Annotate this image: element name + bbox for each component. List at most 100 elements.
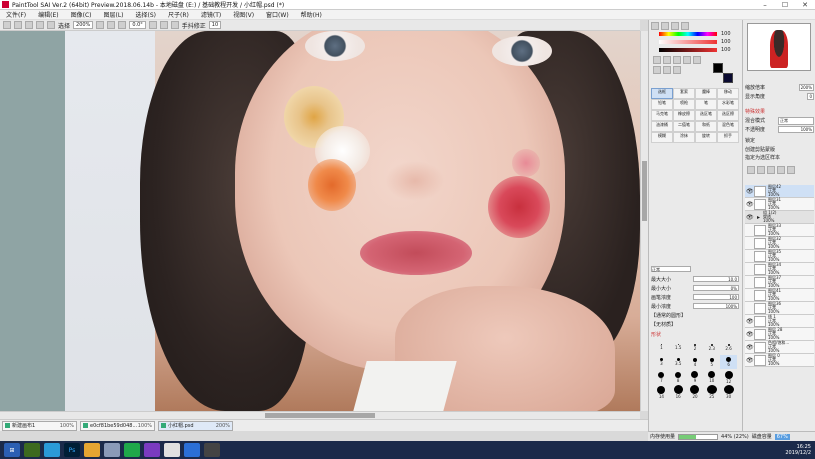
layer-row[interactable]: 👁 图层 0 正常 100% [745, 354, 814, 367]
eye-icon[interactable] [746, 253, 753, 260]
value-bar[interactable] [659, 48, 717, 52]
menu-file[interactable]: 文件(F) [0, 10, 32, 19]
tool-item[interactable]: 马克笔 [651, 110, 673, 121]
menu-filter[interactable]: 滤镜(T) [195, 10, 227, 19]
tool-item[interactable]: 水彩笔 [717, 99, 739, 110]
merge-down-icon[interactable] [777, 166, 785, 174]
folder-icon[interactable] [84, 443, 100, 457]
brush-size-cell[interactable]: 10 [703, 370, 720, 384]
app-icon-2[interactable] [44, 443, 60, 457]
eye-icon[interactable]: 👁 [746, 357, 754, 364]
tool-item[interactable]: 喷枪 [673, 99, 695, 110]
brush-size-cell[interactable]: 1.5 [670, 340, 687, 354]
rotate-right-icon[interactable] [159, 21, 168, 29]
eye-icon[interactable] [746, 266, 753, 273]
select-src-row[interactable]: 指定为选区样本 [745, 154, 814, 161]
tool-item[interactable]: 涂抹 [673, 132, 695, 143]
lasso-tool-icon[interactable] [663, 56, 671, 64]
eye-icon[interactable] [746, 227, 753, 234]
zoom-tool-icon[interactable] [653, 66, 661, 74]
menu-view[interactable]: 视图(V) [227, 10, 260, 19]
new-layer-icon[interactable] [747, 166, 755, 174]
rgb-slider-icon[interactable] [661, 22, 669, 30]
wand-tool-icon[interactable] [673, 56, 681, 64]
menu-ruler[interactable]: 尺子(R) [162, 10, 195, 19]
zoom-reset-icon[interactable] [118, 21, 127, 29]
menu-layer[interactable]: 图层(L) [98, 10, 130, 19]
eye-icon[interactable] [746, 292, 753, 299]
nav-angle-field[interactable]: 0 [807, 93, 814, 100]
density-slider[interactable]: 100 [693, 294, 739, 300]
doc-tab[interactable]: e0cf81be59d048... 100% [80, 420, 155, 431]
doc-tab[interactable]: 新建画布1 100% [2, 420, 77, 431]
flip-icon[interactable] [170, 21, 179, 29]
menu-image[interactable]: 图像(C) [65, 10, 98, 19]
brush-size-cell[interactable]: 20 [687, 385, 704, 399]
brush-size-cell[interactable]: 7 [653, 370, 670, 384]
brush-shape-row[interactable]: 【通常的圆形】 [651, 311, 739, 319]
folder-expand-icon[interactable]: ▸ [755, 214, 762, 221]
system-clock[interactable]: 16:25 2019/12/2 [785, 444, 815, 456]
effect-row[interactable]: 特殊效果 [745, 108, 814, 115]
brush-size-cell[interactable]: 2.6 [720, 340, 737, 354]
brush-size-cell[interactable]: 5 [703, 355, 720, 369]
photoshop-icon[interactable]: Ps [64, 443, 80, 457]
brush-size-cell[interactable]: 14 [653, 385, 670, 399]
clip-row[interactable]: 创建剪贴蒙版 [745, 146, 814, 153]
sai-icon[interactable] [164, 443, 180, 457]
brush-size-cell[interactable]: 16 [670, 385, 687, 399]
tool-item[interactable]: 混色笔 [717, 121, 739, 132]
app-icon-5[interactable] [184, 443, 200, 457]
palette-icon[interactable] [681, 22, 689, 30]
tool-item[interactable]: 二值笔 [673, 121, 695, 132]
tool-item[interactable]: 和纸 [695, 121, 717, 132]
brush-size-cell[interactable]: 3 [653, 355, 670, 369]
new-folder-icon[interactable] [767, 166, 775, 174]
eye-icon[interactable]: 👁 [746, 318, 754, 325]
angle-field[interactable]: 0.0° [129, 21, 146, 29]
tool-item[interactable]: 选框 [651, 88, 673, 99]
invert-icon[interactable] [36, 21, 44, 29]
delete-layer-icon[interactable] [787, 166, 795, 174]
tool-item[interactable]: 选区笔 [695, 110, 717, 121]
maximize-button[interactable]: ☐ [775, 1, 795, 9]
primary-color-swatch[interactable] [713, 63, 723, 73]
new-linework-icon[interactable] [757, 166, 765, 174]
min-size-slider[interactable]: 0% [693, 285, 739, 291]
brush-size-cell[interactable]: 1 [653, 340, 670, 354]
hscroll-thumb[interactable] [265, 413, 375, 418]
eye-icon[interactable]: 👁 [746, 214, 754, 221]
tool-item[interactable]: 旋转 [695, 132, 717, 143]
nav-zoom-field[interactable]: 200% [798, 84, 814, 91]
menu-select[interactable]: 选择(S) [130, 10, 163, 19]
drawing-canvas[interactable] [0, 31, 640, 411]
rotate-tool-icon[interactable] [663, 66, 671, 74]
vscroll-thumb[interactable] [642, 161, 647, 221]
menu-help[interactable]: 帮助(H) [295, 10, 328, 19]
tool-item[interactable]: 选区擦 [717, 110, 739, 121]
eye-icon[interactable] [746, 240, 753, 247]
layer-row[interactable]: 👁 图层31 正常 100% [745, 198, 814, 211]
tool-item[interactable]: 魔棒 [695, 88, 717, 99]
eye-icon[interactable]: 👁 [746, 331, 754, 338]
eye-icon[interactable]: 👁 [746, 344, 754, 351]
eye-icon[interactable]: 👁 [746, 188, 754, 195]
undo-icon[interactable] [3, 21, 11, 29]
color-wheel-icon[interactable] [651, 22, 659, 30]
text-tool-icon[interactable] [683, 56, 691, 64]
eye-icon[interactable]: 👁 [746, 201, 754, 208]
horizontal-scrollbar[interactable] [0, 411, 640, 419]
zoom-field[interactable]: 200% [73, 21, 94, 29]
tool-item[interactable]: 油漆桶 [651, 121, 673, 132]
app-icon-1[interactable] [24, 443, 40, 457]
close-button[interactable]: ✕ [795, 1, 815, 9]
eye-icon[interactable] [746, 305, 753, 312]
brush-size-cell[interactable]: 4 [687, 355, 704, 369]
tool-item[interactable]: 模糊 [651, 132, 673, 143]
menu-window[interactable]: 窗口(W) [260, 10, 295, 19]
vertical-scrollbar[interactable] [640, 31, 648, 411]
brush-size-cell[interactable]: 2 [687, 340, 704, 354]
tool-item[interactable]: 橡皮擦 [673, 110, 695, 121]
app-icon-6[interactable] [204, 443, 220, 457]
brush-size-cell[interactable]: 2.3 [703, 340, 720, 354]
